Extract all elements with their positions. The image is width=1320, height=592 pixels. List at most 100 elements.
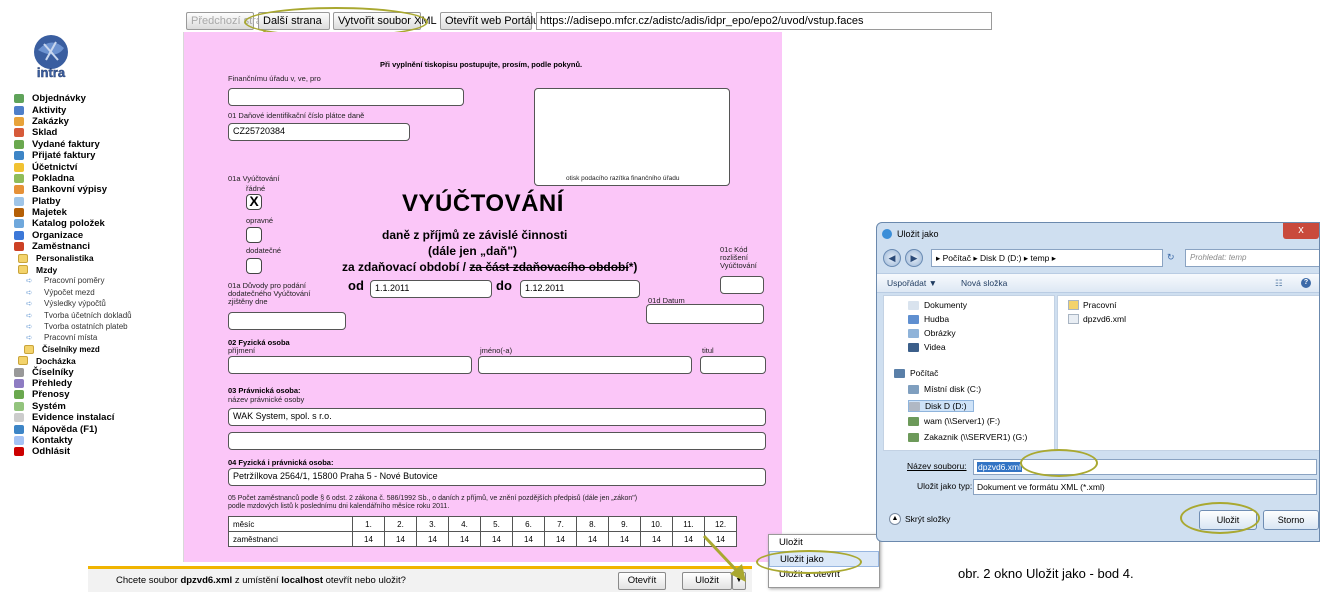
sidebar-item[interactable]: Zakázky xyxy=(10,116,184,127)
dic-input[interactable]: CZ25720384 xyxy=(228,123,410,141)
sidebar-item[interactable]: ➪ Tvorba ostatních plateb xyxy=(10,321,184,332)
sidebar-item-label: Výsledky výpočtů xyxy=(44,299,106,309)
file-item[interactable]: Pracovní xyxy=(1068,300,1117,310)
sidebar-item[interactable]: Organizace xyxy=(10,230,184,241)
folder-icon xyxy=(908,342,919,352)
download-bar: Chcete soubor dpzvd6.xml z umístění loca… xyxy=(88,566,752,592)
employee-count-input[interactable]: 14 xyxy=(608,531,641,547)
sidebar-item[interactable]: Číselníky mezd xyxy=(10,344,184,355)
view-icon[interactable]: ☷ xyxy=(1275,278,1283,289)
dialog-cancel-button[interactable]: Storno xyxy=(1263,510,1319,530)
sidebar-item[interactable]: Pokladna xyxy=(10,173,184,184)
employee-count-input[interactable]: 14 xyxy=(416,531,449,547)
sidebar-item[interactable]: Systém xyxy=(10,401,184,412)
new-folder-button[interactable]: Nová složka xyxy=(961,278,1007,288)
sidebar-menu: Objednávky Aktivity Zakázky Sklad Vydané fak… xyxy=(10,93,184,458)
sidebar-item[interactable]: Katalog položek xyxy=(10,218,184,229)
sidebar-item[interactable]: Kontakty xyxy=(10,435,184,446)
sidebar-item[interactable]: Objednávky xyxy=(10,93,184,104)
sidebar-item[interactable]: Bankovní výpisy xyxy=(10,184,184,195)
sidebar-item[interactable]: Přenosy xyxy=(10,389,184,400)
filetype-select[interactable]: Dokument ve formátu XML (*.xml) xyxy=(973,479,1317,495)
nav-item[interactable]: wam (\\Server1) (F:) xyxy=(908,416,1000,426)
nav-item[interactable]: Obrázky xyxy=(908,328,956,338)
organize-button[interactable]: Uspořádat ▼ xyxy=(887,278,937,288)
sidebar-item-label: Přenosy xyxy=(32,389,70,401)
nav-item[interactable]: Počítač xyxy=(894,368,938,378)
sidebar-item[interactable]: Aktivity xyxy=(10,104,184,116)
sidebar-item[interactable]: Platby xyxy=(10,196,184,207)
sidebar-item[interactable]: ➪ Pracovní poměry xyxy=(10,275,184,286)
table-row: měsíc 1. 2. 3. 4. 5. 6. 7. 8. 9. 10. 11.… xyxy=(228,516,737,532)
url-field[interactable]: https://adisepo.mfcr.cz/adistc/adis/idpr… xyxy=(536,12,992,30)
sidebar-item[interactable]: Účetnictví xyxy=(10,161,184,173)
office-label: Finančnímu úřadu v, ve, pro xyxy=(228,74,321,83)
sidebar-item[interactable]: Sklad xyxy=(10,127,184,138)
hide-folders-toggle[interactable]: ▲ Skrýt složky xyxy=(889,513,950,525)
sidebar-item[interactable]: Vydané faktury xyxy=(10,139,184,150)
nav-item[interactable]: Místní disk (C:) xyxy=(908,384,981,394)
employee-count-input[interactable]: 14 xyxy=(512,531,545,547)
menu-item-icon xyxy=(14,196,24,206)
nav-item[interactable]: Disk D (D:) xyxy=(908,400,974,412)
titul-input[interactable] xyxy=(700,356,766,374)
adresa-input[interactable]: Petržílkova 2564/1, 15800 Praha 5 - Nové… xyxy=(228,468,766,486)
nav-item[interactable]: Zakaznik (\\SERVER1) (G:) xyxy=(908,432,1027,442)
sidebar-item[interactable]: Evidence instalací xyxy=(10,412,184,423)
open-file-button[interactable]: Otevřít xyxy=(618,572,666,590)
file-item-label: dpzvd6.xml xyxy=(1083,314,1126,324)
employee-count-input[interactable]: 14 xyxy=(544,531,577,547)
sidebar-item[interactable]: Docházka xyxy=(10,355,184,366)
breadcrumb[interactable]: ▸ Počítač ▸ Disk D (D:) ▸ temp ▸ xyxy=(931,249,1163,267)
sidebar-item[interactable]: Majetek xyxy=(10,207,184,218)
od-input[interactable]: 1.1.2011 xyxy=(370,280,492,298)
duvody-input[interactable] xyxy=(228,312,346,330)
sidebar-item[interactable]: Zaměstnanci xyxy=(10,241,184,252)
sidebar-item[interactable]: ➪ Výpočet mezd xyxy=(10,287,184,298)
menu-item-icon xyxy=(14,447,24,457)
sidebar-item[interactable]: Odhlásit xyxy=(10,446,184,457)
dodatecne-checkbox[interactable] xyxy=(246,258,262,274)
nav-item[interactable]: Dokumenty xyxy=(908,300,967,310)
back-arrow-icon[interactable]: ◀ xyxy=(883,249,901,267)
nav-item-label: Hudba xyxy=(924,314,950,324)
file-item[interactable]: dpzvd6.xml xyxy=(1068,314,1126,324)
search-input[interactable]: Prohledat: temp xyxy=(1185,249,1319,267)
office-input[interactable] xyxy=(228,88,464,106)
sidebar-item[interactable]: Přehledy xyxy=(10,378,184,389)
sidebar-item[interactable]: ➪ Pracovní místa xyxy=(10,332,184,343)
nazev-input[interactable]: WAK System, spol. s r.o. xyxy=(228,408,766,426)
menu-item-save[interactable]: Uložit xyxy=(769,535,879,551)
opravne-checkbox[interactable] xyxy=(246,227,262,243)
help-icon[interactable]: ? xyxy=(1301,278,1311,288)
sidebar-item[interactable]: Přijaté faktury xyxy=(10,150,184,161)
datum-input[interactable] xyxy=(646,304,764,324)
employee-count-input[interactable]: 14 xyxy=(384,531,417,547)
close-button[interactable]: x xyxy=(1283,223,1319,239)
sidebar-item-label: Personalistika xyxy=(36,253,94,264)
nazev-input-2[interactable] xyxy=(228,432,766,450)
sidebar-item[interactable]: Nápověda (F1) xyxy=(10,423,184,435)
prijmeni-input[interactable] xyxy=(228,356,472,374)
refresh-icon[interactable]: ↻ xyxy=(1167,252,1175,263)
nav-item[interactable]: Videa xyxy=(908,342,946,352)
do-input[interactable]: 1.12.2011 xyxy=(520,280,640,298)
employee-count-input[interactable]: 14 xyxy=(576,531,609,547)
nav-item[interactable]: Hudba xyxy=(908,314,949,324)
sidebar-item[interactable]: ➪ Výsledky výpočtů xyxy=(10,298,184,309)
employee-count-input[interactable]: 14 xyxy=(480,531,513,547)
employee-count-input[interactable]: 14 xyxy=(640,531,673,547)
forward-arrow-icon[interactable]: ▶ xyxy=(905,249,923,267)
sidebar-item[interactable]: Mzdy xyxy=(10,264,184,275)
kod-input[interactable] xyxy=(720,276,764,294)
sidebar-item[interactable]: Personalistika xyxy=(10,252,184,263)
sidebar-item[interactable]: ➪ Tvorba účetních dokladů xyxy=(10,309,184,320)
sidebar-item[interactable]: Číselníky xyxy=(10,366,184,378)
employee-count-input[interactable]: 14 xyxy=(448,531,481,547)
jmeno-input[interactable] xyxy=(478,356,692,374)
menu-item-icon xyxy=(14,208,24,218)
vyuct-label: 01a Vyúčtování xyxy=(228,174,280,183)
radne-checkbox[interactable]: X xyxy=(246,194,262,210)
employee-count-input[interactable]: 14 xyxy=(352,531,385,547)
sidebar-item-label: Platby xyxy=(32,195,61,207)
